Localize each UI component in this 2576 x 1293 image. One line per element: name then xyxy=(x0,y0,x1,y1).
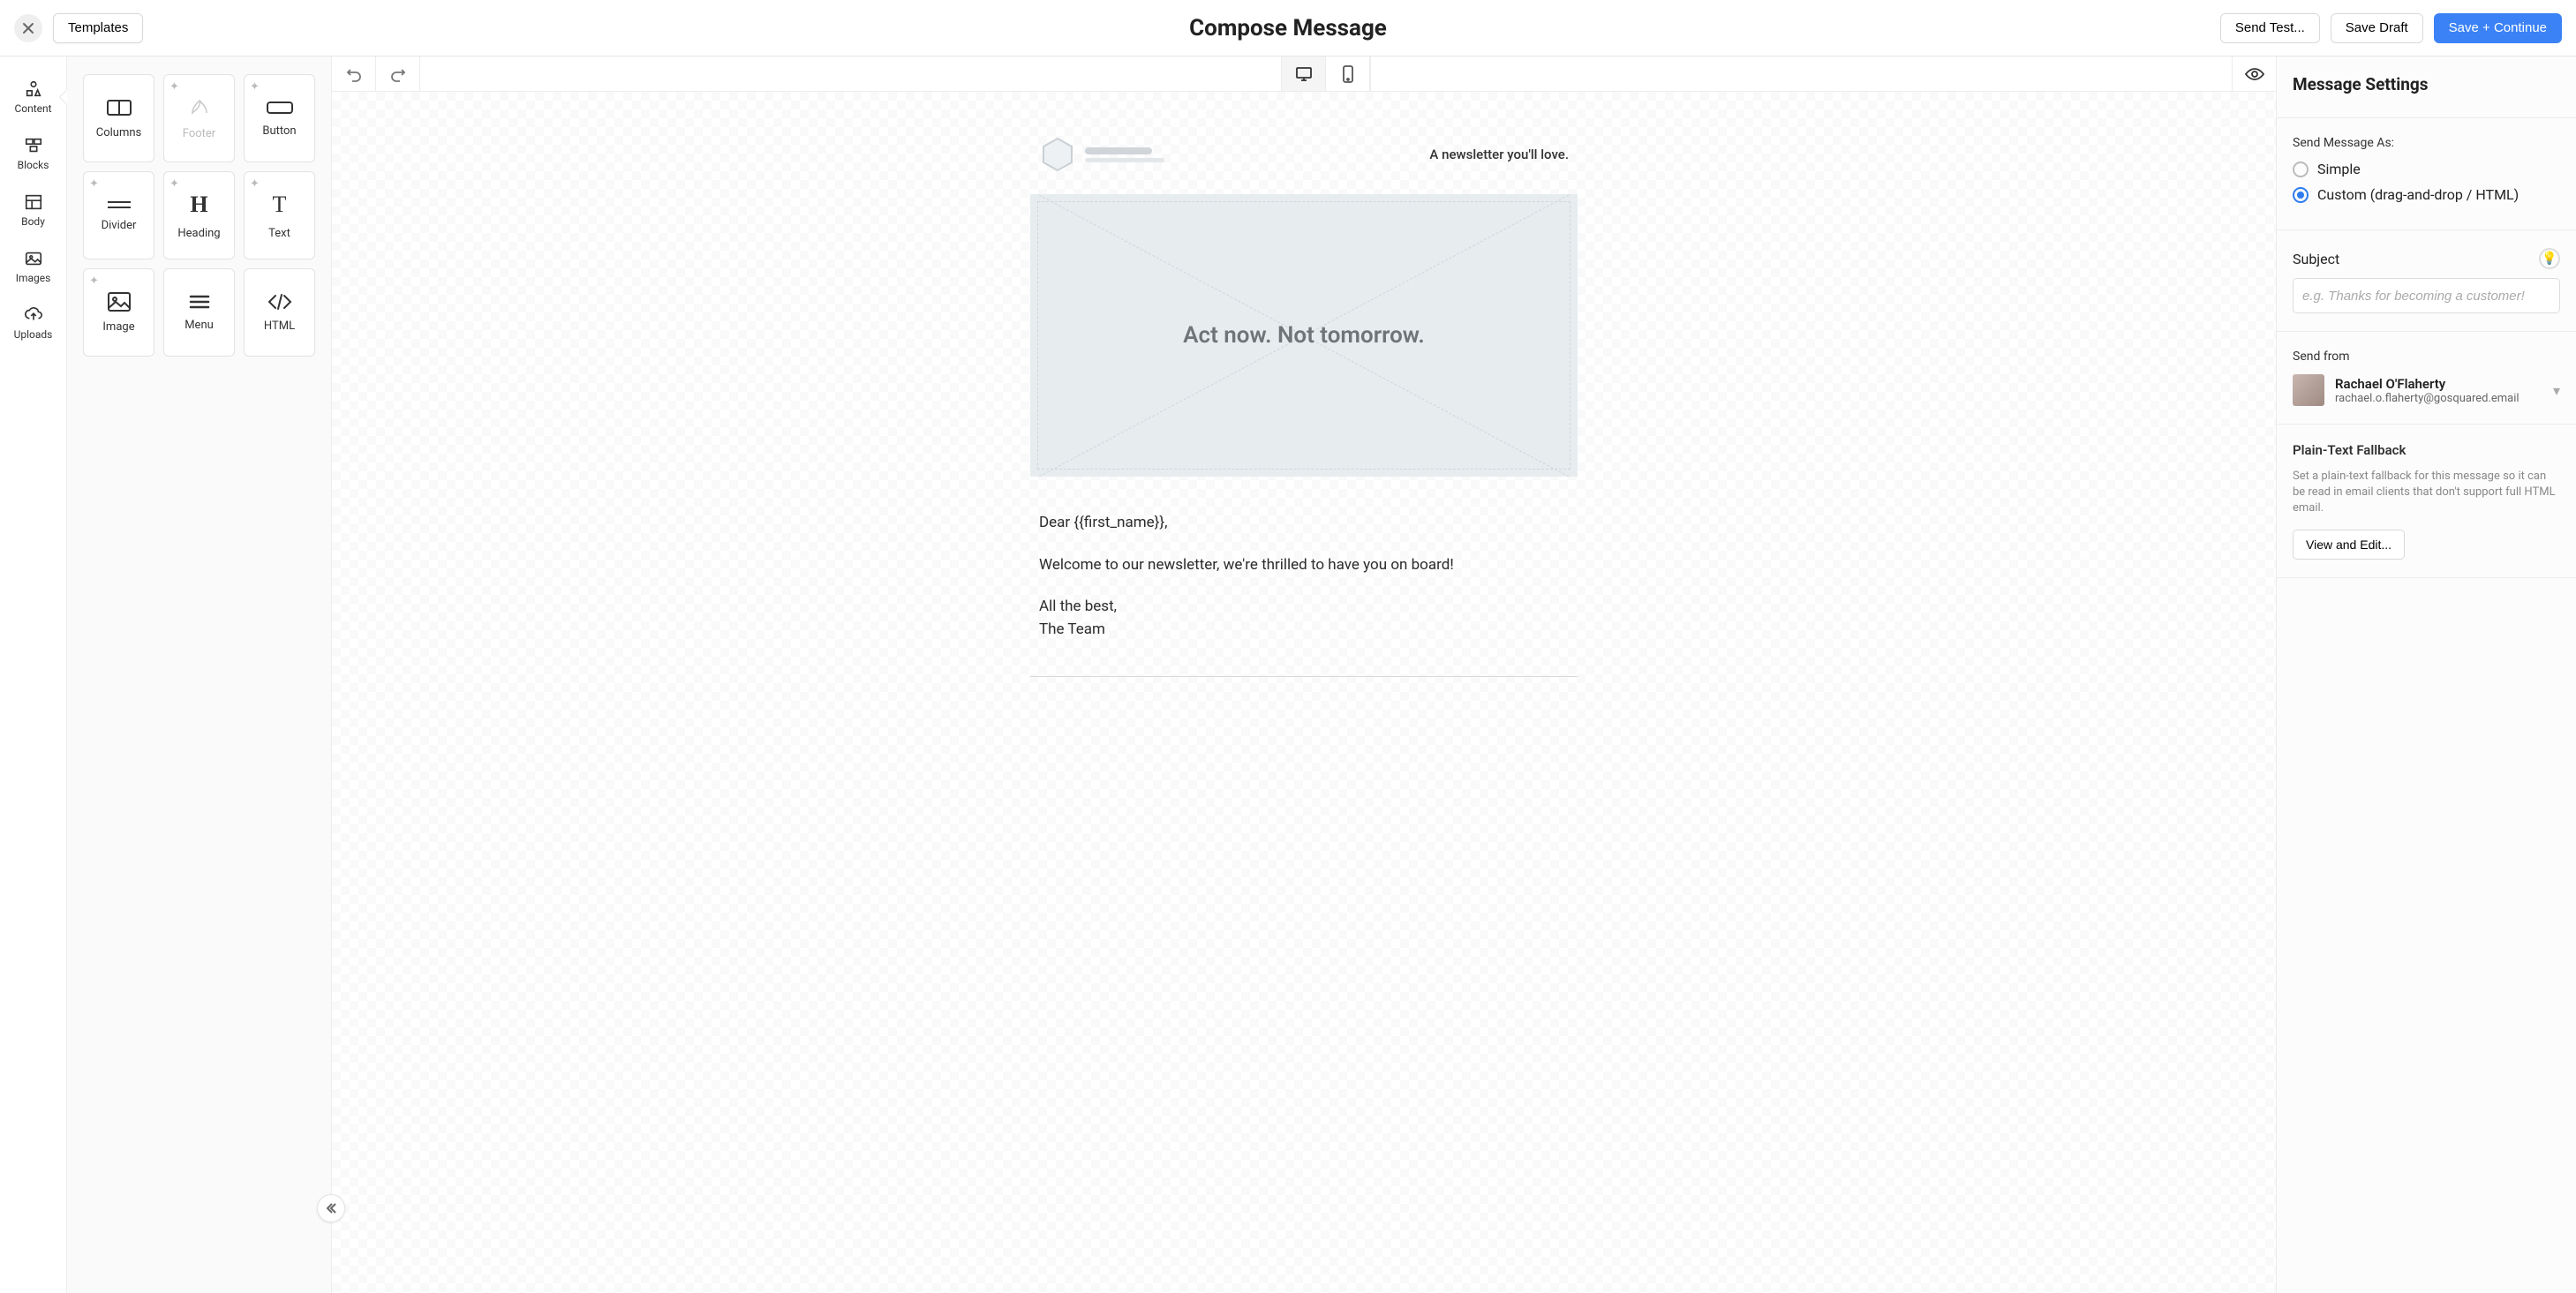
close-button[interactable] xyxy=(14,14,42,42)
redo-button[interactable] xyxy=(376,56,420,91)
block-palette: Columns ✦ Footer ✦ Button ✦ Divider ✦ H … xyxy=(67,56,332,1293)
rail-uploads[interactable]: Uploads xyxy=(0,295,66,351)
fallback-desc: Set a plain-text fallback for this messa… xyxy=(2293,469,2560,517)
sparkle-icon: ✦ xyxy=(169,80,179,94)
radio-custom-label: Custom (drag-and-drop / HTML) xyxy=(2317,186,2519,203)
radio-simple[interactable]: Simple xyxy=(2293,161,2560,177)
canvas[interactable]: A newsletter you'll love. Act now. Not t… xyxy=(332,92,2276,1293)
send-as-label: Send Message As: xyxy=(2293,136,2560,150)
send-test-button[interactable]: Send Test... xyxy=(2220,13,2320,43)
rail-images[interactable]: Images xyxy=(0,238,66,295)
rail-blocks-label: Blocks xyxy=(18,159,49,171)
welcome-line: Welcome to our newsletter, we're thrille… xyxy=(1039,554,1569,577)
block-heading-label: Heading xyxy=(177,227,220,240)
sparkle-icon: ✦ xyxy=(89,274,99,288)
brand-placeholder xyxy=(1039,136,1164,173)
page-title: Compose Message xyxy=(1189,15,1387,41)
block-html[interactable]: HTML xyxy=(244,268,315,357)
fallback-title: Plain-Text Fallback xyxy=(2293,442,2560,458)
save-draft-button[interactable]: Save Draft xyxy=(2331,13,2423,43)
chevron-down-icon: ▾ xyxy=(2553,382,2560,399)
text-glyph: T xyxy=(273,192,287,218)
rail-uploads-label: Uploads xyxy=(14,328,53,341)
sparkle-icon: ✦ xyxy=(89,177,99,191)
block-menu[interactable]: Menu xyxy=(163,268,235,357)
from-email: rachael.o.flaherty@gosquared.email xyxy=(2335,392,2520,405)
block-divider-label: Divider xyxy=(102,219,137,232)
templates-button[interactable]: Templates xyxy=(53,13,143,43)
block-text-label: Text xyxy=(268,227,290,240)
hexagon-icon xyxy=(1039,136,1076,173)
signoff: All the best,The Team xyxy=(1039,596,1569,641)
view-edit-fallback-button[interactable]: View and Edit... xyxy=(2293,530,2405,560)
rail-images-label: Images xyxy=(16,272,51,284)
newsletter-tagline: A newsletter you'll love. xyxy=(1429,147,1569,162)
block-html-label: HTML xyxy=(264,319,295,333)
hero-text: Act now. Not tomorrow. xyxy=(1183,322,1425,349)
block-button-label: Button xyxy=(262,124,296,138)
radio-custom[interactable]: Custom (drag-and-drop / HTML) xyxy=(2293,186,2560,203)
block-text[interactable]: ✦ T Text xyxy=(244,171,315,259)
block-divider[interactable]: ✦ Divider xyxy=(83,171,154,259)
subject-label: Subject xyxy=(2293,251,2339,267)
block-footer-label: Footer xyxy=(183,127,215,140)
sparkle-icon: ✦ xyxy=(169,177,179,191)
lightbulb-icon[interactable]: 💡 xyxy=(2539,248,2560,269)
block-columns[interactable]: Columns xyxy=(83,74,154,162)
sparkle-icon: ✦ xyxy=(250,177,260,191)
send-from-label: Send from xyxy=(2293,350,2560,364)
subject-input[interactable] xyxy=(2293,278,2560,313)
block-image-label: Image xyxy=(102,320,134,334)
block-menu-label: Menu xyxy=(185,319,214,332)
block-heading[interactable]: ✦ H Heading xyxy=(163,171,235,259)
rail-blocks[interactable]: Blocks xyxy=(0,125,66,182)
hero-image-placeholder[interactable]: Act now. Not tomorrow. xyxy=(1030,194,1578,477)
block-footer[interactable]: ✦ Footer xyxy=(163,74,235,162)
preview-button[interactable] xyxy=(2232,56,2276,91)
canvas-toolbar xyxy=(332,56,2276,92)
rail-content[interactable]: Content xyxy=(0,69,66,125)
send-from-selector[interactable]: Rachael O'Flaherty rachael.o.flaherty@go… xyxy=(2293,374,2560,406)
collapse-palette-button[interactable] xyxy=(317,1194,345,1222)
settings-panel: Message Settings Send Message As: Simple… xyxy=(2276,56,2576,1293)
greeting-line: Dear {{first_name}}, xyxy=(1039,512,1569,535)
email-divider xyxy=(1030,676,1578,677)
topbar: Templates Compose Message Send Test... S… xyxy=(0,0,2576,56)
settings-title: Message Settings xyxy=(2293,74,2560,94)
block-button[interactable]: ✦ Button xyxy=(244,74,315,162)
rail-body-label: Body xyxy=(21,215,45,228)
undo-button[interactable] xyxy=(332,56,376,91)
heading-glyph: H xyxy=(190,192,207,218)
from-name: Rachael O'Flaherty xyxy=(2335,376,2520,392)
email-body[interactable]: Dear {{first_name}}, Welcome to our news… xyxy=(1030,477,1578,650)
left-rail: Content Blocks Body Images Uploads xyxy=(0,56,67,1293)
sparkle-icon: ✦ xyxy=(250,80,260,94)
rail-content-label: Content xyxy=(14,102,51,115)
rail-body[interactable]: Body xyxy=(0,182,66,238)
mobile-view-button[interactable] xyxy=(1326,56,1370,91)
block-columns-label: Columns xyxy=(96,126,142,139)
radio-simple-label: Simple xyxy=(2317,161,2361,177)
desktop-view-button[interactable] xyxy=(1282,56,1326,91)
save-continue-button[interactable]: Save + Continue xyxy=(2434,13,2562,43)
block-image[interactable]: ✦ Image xyxy=(83,268,154,357)
avatar xyxy=(2293,374,2324,406)
